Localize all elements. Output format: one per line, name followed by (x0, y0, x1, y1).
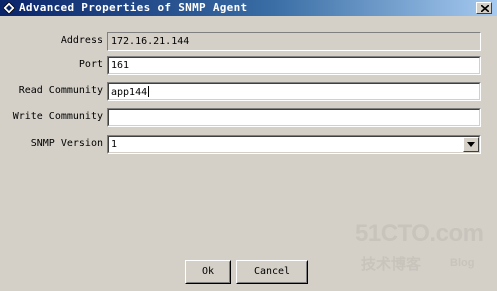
read-community-label: Read Community (18, 85, 103, 96)
watermark-main: 51CTO.com (355, 220, 484, 247)
snmp-version-select[interactable]: 1 (107, 135, 481, 154)
port-input[interactable]: 161 (107, 56, 481, 75)
snmp-version-dropdown-button[interactable] (463, 137, 479, 152)
watermark-sub: 技术博客 (361, 255, 422, 273)
close-x-icon (481, 5, 489, 12)
address-value: 172.16.21.144 (111, 36, 190, 47)
snmp-version-value: 1 (111, 139, 118, 150)
cancel-button[interactable]: Cancel (236, 260, 308, 284)
watermark-blog: Blog (450, 257, 475, 269)
read-community-input[interactable]: app144 (107, 82, 481, 101)
chevron-down-icon (467, 142, 475, 147)
write-community-label: Write Community (12, 111, 103, 122)
address-field: 172.16.21.144 (107, 32, 481, 51)
text-cursor (148, 86, 150, 97)
port-value: 161 (111, 60, 130, 71)
title-bar: Advanced Properties of SNMP Agent (0, 0, 497, 16)
watermark: 51CTO.com 技术博客 Blog (355, 220, 485, 280)
port-label: Port (78, 59, 103, 70)
read-community-value: app144 (111, 87, 148, 98)
snmp-version-label: SNMP Version (30, 138, 103, 149)
write-community-input[interactable] (107, 108, 481, 127)
ok-button[interactable]: Ok (185, 260, 231, 284)
window-title: Advanced Properties of SNMP Agent (19, 1, 248, 14)
address-label: Address (60, 35, 103, 46)
close-button[interactable] (476, 2, 492, 14)
app-diamond-icon (2, 1, 16, 15)
